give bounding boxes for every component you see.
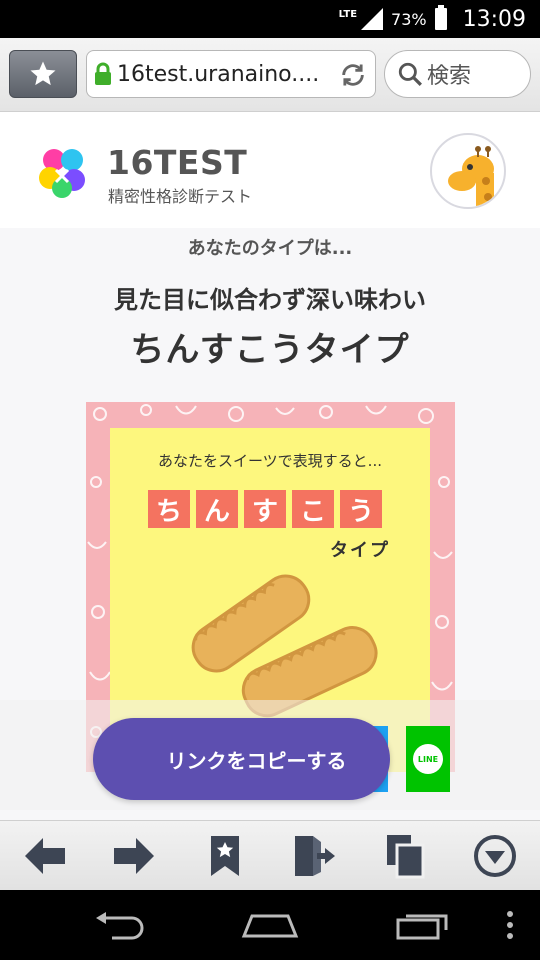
browser-bottom-toolbar	[0, 820, 540, 890]
signal-icon	[361, 8, 384, 30]
line-share-button[interactable]: LINE	[406, 726, 450, 792]
site-logo[interactable]	[34, 144, 92, 202]
card-name-boxes: ち ん す こ う	[148, 490, 382, 528]
system-recents-button[interactable]	[394, 906, 450, 944]
browser-toolbar: 16test.uranaino.... 検索	[0, 38, 540, 112]
giraffe-avatar[interactable]	[430, 133, 506, 209]
back-arrow-button[interactable]	[21, 833, 69, 879]
bookmarks-button[interactable]	[201, 833, 249, 879]
card-char: ん	[196, 490, 238, 528]
forward-arrow-icon	[114, 838, 154, 874]
battery-percent: 73%	[391, 9, 427, 29]
menu-button[interactable]	[471, 833, 519, 879]
search-icon	[398, 62, 422, 86]
web-page: 16TEST 精密性格診断テスト あなたのタイプは... 見た目に似合わず深い味…	[0, 112, 540, 820]
back-icon	[96, 912, 144, 940]
site-tagline: 精密性格診断テスト	[108, 187, 253, 206]
card-char: こ	[292, 490, 334, 528]
site-name[interactable]: 16TEST	[107, 143, 247, 182]
exit-button[interactable]	[290, 833, 338, 879]
card-caption: あなたをスイーツで表現すると...	[157, 452, 382, 470]
network-type: LTE	[338, 9, 358, 20]
bookmark-star-button[interactable]	[9, 50, 77, 98]
line-icon: LINE	[413, 744, 443, 774]
site-header: 16TEST 精密性格診断テスト	[0, 112, 540, 228]
system-home-button[interactable]	[240, 906, 300, 944]
system-back-button[interactable]	[92, 906, 148, 944]
exit-icon	[295, 836, 335, 876]
more-icon	[507, 911, 513, 939]
reload-icon[interactable]	[339, 61, 367, 89]
system-more-button[interactable]	[500, 906, 520, 944]
card-char: ち	[148, 490, 190, 528]
url-field[interactable]: 16test.uranaino....	[86, 50, 376, 98]
result-title: ちんすこうタイプ	[130, 330, 410, 370]
forward-arrow-button[interactable]	[110, 833, 158, 879]
search-placeholder: 検索	[427, 64, 472, 89]
recents-icon	[396, 914, 448, 940]
bookmark-icon	[211, 836, 239, 876]
copy-link-button[interactable]: リンクをコピーする	[93, 718, 390, 800]
result-subtitle: 見た目に似合わず深い味わい	[114, 286, 426, 314]
clock: 13:09	[462, 6, 526, 32]
url-text: 16test.uranaino....	[117, 61, 320, 87]
battery-icon	[434, 5, 447, 30]
search-field[interactable]: 検索	[384, 50, 531, 98]
giraffe-icon	[448, 146, 494, 207]
menu-down-icon	[474, 835, 516, 877]
status-bar: LTE 73% 13:09	[0, 0, 540, 38]
card-char: す	[244, 490, 286, 528]
star-icon	[30, 61, 56, 86]
tabs-button[interactable]	[381, 833, 429, 879]
tabs-icon	[387, 835, 425, 879]
back-arrow-icon	[25, 838, 65, 874]
lock-icon	[95, 62, 111, 85]
system-nav-bar	[0, 890, 540, 960]
home-icon	[241, 914, 299, 938]
card-char: う	[340, 490, 382, 528]
result-intro: あなたのタイプは...	[187, 238, 353, 259]
